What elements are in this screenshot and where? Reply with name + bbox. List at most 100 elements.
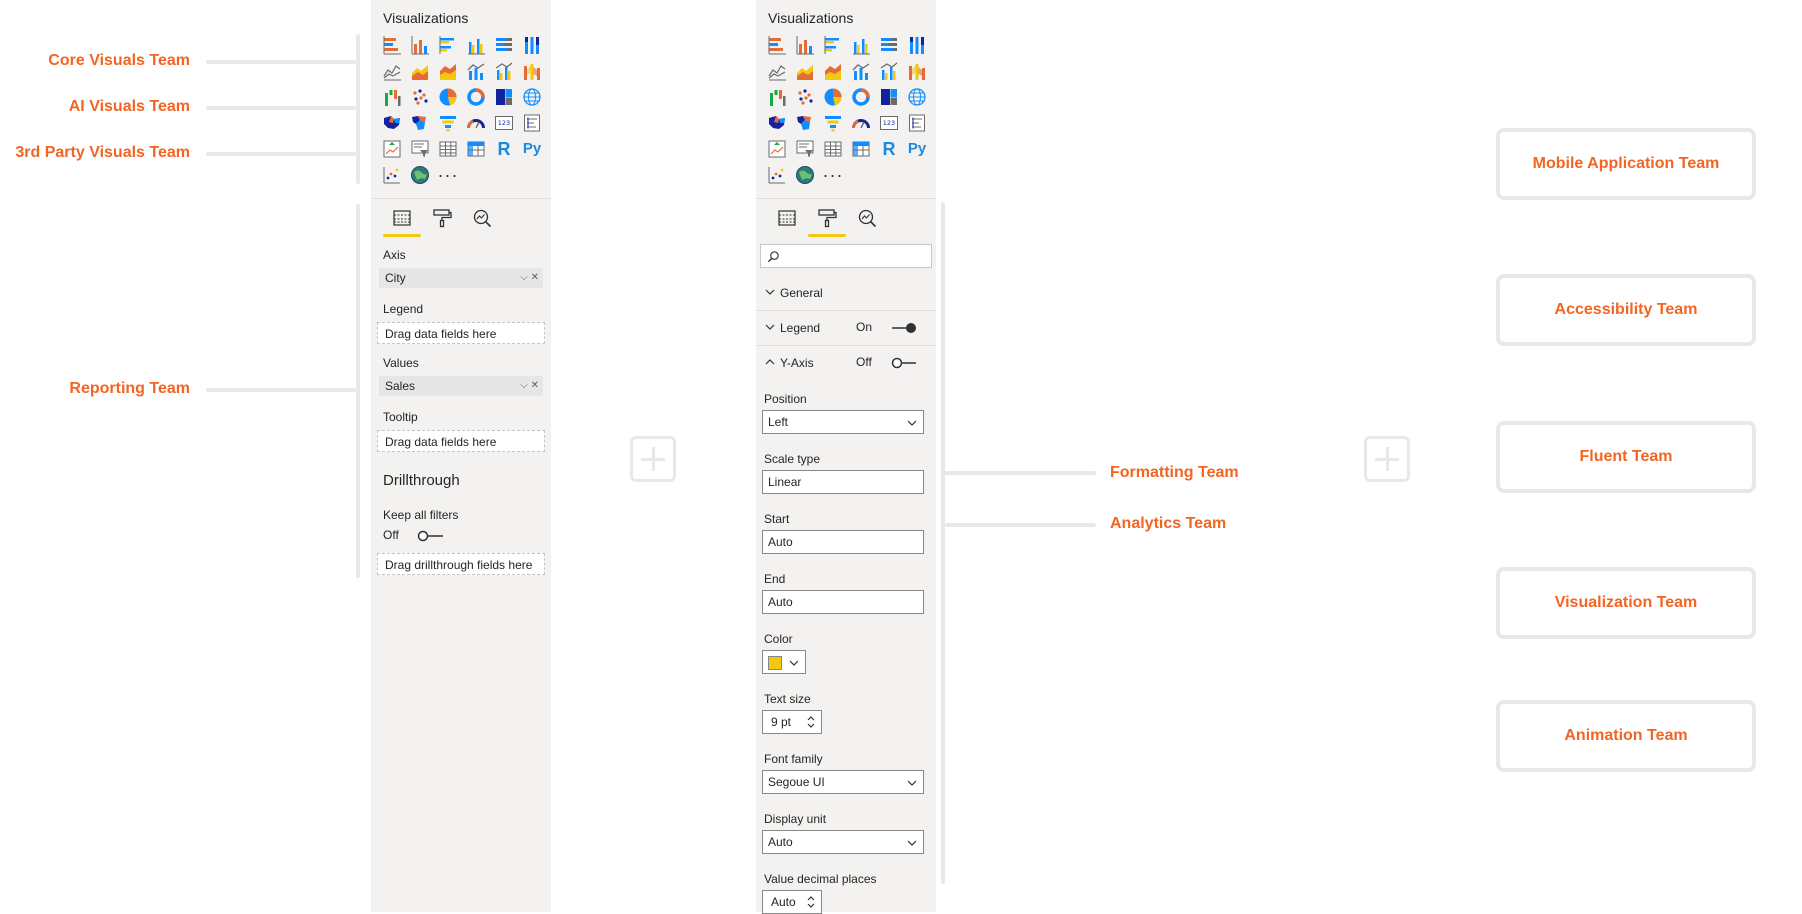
values-field-pill[interactable]: Sales ⌵ ✕: [379, 376, 543, 396]
format-search-input[interactable]: [760, 244, 932, 268]
chevron-down-icon: [765, 289, 775, 295]
keep-filters-toggle[interactable]: [417, 529, 445, 543]
kpi-icon[interactable]: [766, 138, 788, 160]
100-percent-bar-icon[interactable]: [878, 34, 900, 56]
stacked-area-icon[interactable]: [822, 60, 844, 82]
donut-chart-icon[interactable]: [465, 86, 487, 108]
python-icon[interactable]: Py: [521, 138, 543, 160]
r-script-icon[interactable]: R: [493, 138, 515, 160]
more-icon[interactable]: ···: [437, 164, 459, 186]
more-icon[interactable]: ···: [822, 164, 844, 186]
pie-chart-icon[interactable]: [437, 86, 459, 108]
analytics-tab[interactable]: [467, 204, 497, 232]
stacked-column-icon[interactable]: [409, 34, 431, 56]
yaxis-toggle[interactable]: [890, 356, 918, 370]
add-panel-placeholder[interactable]: [630, 436, 676, 482]
color-picker[interactable]: [762, 650, 806, 674]
key-influencers-icon[interactable]: [381, 164, 403, 186]
shape-map-icon[interactable]: [409, 112, 431, 134]
waterfall-icon[interactable]: [766, 86, 788, 108]
scatter-icon[interactable]: [794, 86, 816, 108]
card-icon[interactable]: 123: [493, 112, 515, 134]
decimal-places-stepper[interactable]: Auto: [762, 890, 822, 914]
key-influencers-icon[interactable]: [766, 164, 788, 186]
slicer-icon[interactable]: [409, 138, 431, 160]
drillthrough-drop-well[interactable]: Drag drillthrough fields here: [377, 553, 545, 575]
line-column-icon[interactable]: [465, 60, 487, 82]
globe-map-icon[interactable]: [906, 86, 928, 108]
stacked-column-icon[interactable]: [794, 34, 816, 56]
ribbon-chart-icon[interactable]: [906, 60, 928, 82]
waterfall-icon[interactable]: [381, 86, 403, 108]
multi-row-card-icon[interactable]: [521, 112, 543, 134]
end-input[interactable]: Auto: [762, 590, 924, 614]
add-panel-placeholder[interactable]: [1364, 436, 1410, 482]
legend-section-header[interactable]: Legend On: [756, 311, 936, 346]
display-unit-dropdown[interactable]: Auto: [762, 830, 924, 854]
card-icon[interactable]: 123: [878, 112, 900, 134]
format-tab[interactable]: [812, 204, 842, 232]
area-chart-icon[interactable]: [794, 60, 816, 82]
scatter-icon[interactable]: [409, 86, 431, 108]
funnel-icon[interactable]: [437, 112, 459, 134]
slicer-icon[interactable]: [794, 138, 816, 160]
arcgis-map-icon[interactable]: [794, 164, 816, 186]
axis-field-pill[interactable]: City ⌵ ✕: [379, 268, 543, 288]
format-tab[interactable]: [427, 204, 457, 232]
treemap-icon[interactable]: [493, 86, 515, 108]
yaxis-section-header[interactable]: Y-Axis Off: [756, 346, 936, 380]
kpi-icon[interactable]: [381, 138, 403, 160]
line-chart-icon[interactable]: [766, 60, 788, 82]
legend-toggle[interactable]: [890, 321, 918, 335]
clustered-column-icon[interactable]: [465, 34, 487, 56]
stacked-bar-icon[interactable]: [381, 34, 403, 56]
100-percent-bar-icon[interactable]: [493, 34, 515, 56]
arcgis-map-icon[interactable]: [409, 164, 431, 186]
globe-map-icon[interactable]: [521, 86, 543, 108]
tooltip-drop-well[interactable]: Drag data fields here: [377, 430, 545, 452]
table-icon[interactable]: [437, 138, 459, 160]
line-clustered-column-icon[interactable]: [878, 60, 900, 82]
pie-chart-icon[interactable]: [822, 86, 844, 108]
spin-arrows-icon[interactable]: [806, 895, 816, 909]
spin-arrows-icon[interactable]: [806, 715, 816, 729]
analytics-tab[interactable]: [852, 204, 882, 232]
scale-type-input[interactable]: Linear: [762, 470, 924, 494]
values-field-controls[interactable]: ⌵ ✕: [520, 376, 539, 396]
fields-tab[interactable]: [772, 204, 802, 232]
python-icon[interactable]: Py: [906, 138, 928, 160]
clustered-column-icon[interactable]: [850, 34, 872, 56]
stacked-area-icon[interactable]: [437, 60, 459, 82]
table-icon[interactable]: [822, 138, 844, 160]
100-percent-column-icon[interactable]: [906, 34, 928, 56]
legend-drop-well[interactable]: Drag data fields here: [377, 322, 545, 344]
filled-map-icon[interactable]: [381, 112, 403, 134]
ribbon-chart-icon[interactable]: [521, 60, 543, 82]
axis-field-controls[interactable]: ⌵ ✕: [520, 268, 539, 288]
general-section-header[interactable]: General: [756, 276, 936, 311]
multi-row-card-icon[interactable]: [906, 112, 928, 134]
stacked-bar-icon[interactable]: [766, 34, 788, 56]
line-chart-icon[interactable]: [381, 60, 403, 82]
r-script-icon[interactable]: R: [878, 138, 900, 160]
funnel-icon[interactable]: [822, 112, 844, 134]
donut-chart-icon[interactable]: [850, 86, 872, 108]
matrix-icon[interactable]: [465, 138, 487, 160]
clustered-bar-icon[interactable]: [437, 34, 459, 56]
treemap-icon[interactable]: [878, 86, 900, 108]
start-input[interactable]: Auto: [762, 530, 924, 554]
filled-map-icon[interactable]: [766, 112, 788, 134]
font-family-dropdown[interactable]: Segoue UI: [762, 770, 924, 794]
clustered-bar-icon[interactable]: [822, 34, 844, 56]
area-chart-icon[interactable]: [409, 60, 431, 82]
text-size-stepper[interactable]: 9 pt: [762, 710, 822, 734]
gauge-icon[interactable]: [465, 112, 487, 134]
gauge-icon[interactable]: [850, 112, 872, 134]
position-dropdown[interactable]: Left: [762, 410, 924, 434]
line-column-icon[interactable]: [850, 60, 872, 82]
100-percent-column-icon[interactable]: [521, 34, 543, 56]
fields-tab[interactable]: [387, 204, 417, 232]
shape-map-icon[interactable]: [794, 112, 816, 134]
line-clustered-column-icon[interactable]: [493, 60, 515, 82]
matrix-icon[interactable]: [850, 138, 872, 160]
